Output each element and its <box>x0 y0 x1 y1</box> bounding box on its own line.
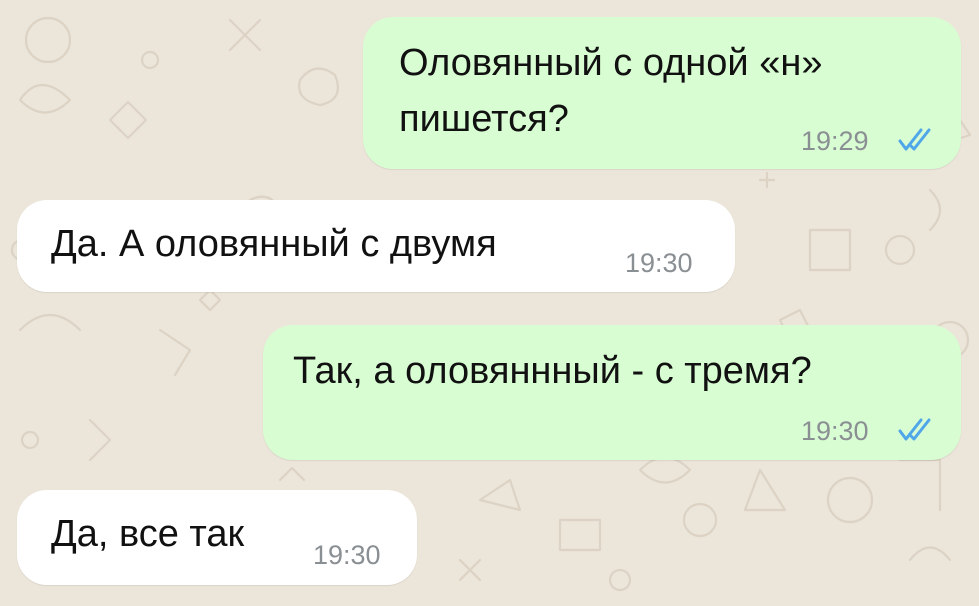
incoming-message-bubble[interactable]: Да. А оловянный с двумя 19:30 <box>17 200 735 292</box>
incoming-message-bubble[interactable]: Да, все так 19:30 <box>17 490 417 585</box>
message-text: Да. А оловянный с двумя <box>51 223 497 265</box>
message-timestamp: 19:29 <box>801 126 869 156</box>
double-check-icon <box>898 418 931 441</box>
message-text-line: пишется? <box>399 98 569 140</box>
message-timestamp: 19:30 <box>801 416 869 446</box>
message-text: Да, все так <box>51 513 245 555</box>
message-timestamp: 19:30 <box>313 540 381 570</box>
outgoing-message-bubble[interactable]: Оловянный с одной «н» пишется? 19:29 <box>363 17 961 169</box>
message-text-line: Оловянный с одной «н» <box>399 42 823 84</box>
outgoing-message-bubble[interactable]: Так, а оловяннный - с тремя? 19:30 <box>263 325 961 460</box>
double-check-icon <box>898 128 931 151</box>
message-timestamp: 19:30 <box>625 248 693 278</box>
message-text: Так, а оловяннный - с тремя? <box>293 350 812 392</box>
